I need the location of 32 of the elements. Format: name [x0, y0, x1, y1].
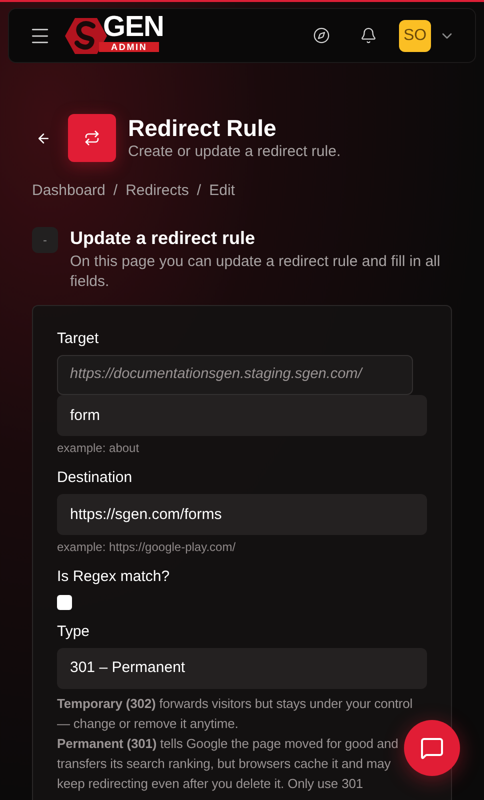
- field-hint: example: about: [57, 440, 140, 456]
- chat-icon: [420, 736, 444, 760]
- field-hint: example: https://google-play.com/: [57, 538, 237, 556]
- page-title: Redirect Rule: [128, 114, 278, 142]
- breadcrumb-separator: /: [196, 181, 202, 201]
- breadcrumb-separator: /: [113, 181, 118, 201]
- url-prefix: https://documentationsgen.staging.sgen.com/: [57, 354, 413, 394]
- avatar[interactable]: SO: [399, 20, 431, 52]
- breadcrumb-link[interactable]: Edit: [209, 180, 235, 202]
- field-label: Target: [57, 330, 100, 348]
- logo-tag: ADMIN: [99, 42, 160, 52]
- back-button[interactable]: [36, 130, 51, 146]
- type-select[interactable]: 301 – Permanent: [57, 648, 427, 688]
- page-subtitle: Create or update a redirect rule.: [128, 142, 341, 162]
- breadcrumb-link[interactable]: Redirects: [126, 180, 189, 202]
- notifications-icon[interactable]: [360, 27, 377, 44]
- input-field[interactable]: https://sgen.com/forms: [57, 494, 427, 534]
- repeat-icon: [84, 130, 100, 146]
- compass-icon[interactable]: [313, 27, 330, 44]
- input-field[interactable]: form: [57, 394, 427, 436]
- logo[interactable]: GEN ADMIN: [65, 16, 177, 56]
- collapse-button[interactable]: -: [32, 226, 58, 252]
- breadcrumb-link[interactable]: Dashboard: [32, 180, 106, 202]
- logo-word: GEN: [103, 12, 164, 42]
- help-text: Permanent (301) tells Google the page moved for good and transfers its search ranking, but browsers cache it and may keep redirecting even after you delete it. Only use 301: [57, 734, 400, 793]
- field-label: Is Regex match?: [57, 568, 171, 586]
- help-text: Temporary (302) forwards visitors but stays under your control — change or remove it anytime.: [57, 694, 414, 733]
- field-label: Destination: [57, 468, 134, 486]
- checkbox[interactable]: [57, 594, 72, 610]
- section-title: Update a redirect rule: [70, 226, 256, 248]
- field-label: Type: [57, 622, 91, 640]
- section-description: On this page you can update a redirect rule and fill in all fields.: [70, 252, 442, 292]
